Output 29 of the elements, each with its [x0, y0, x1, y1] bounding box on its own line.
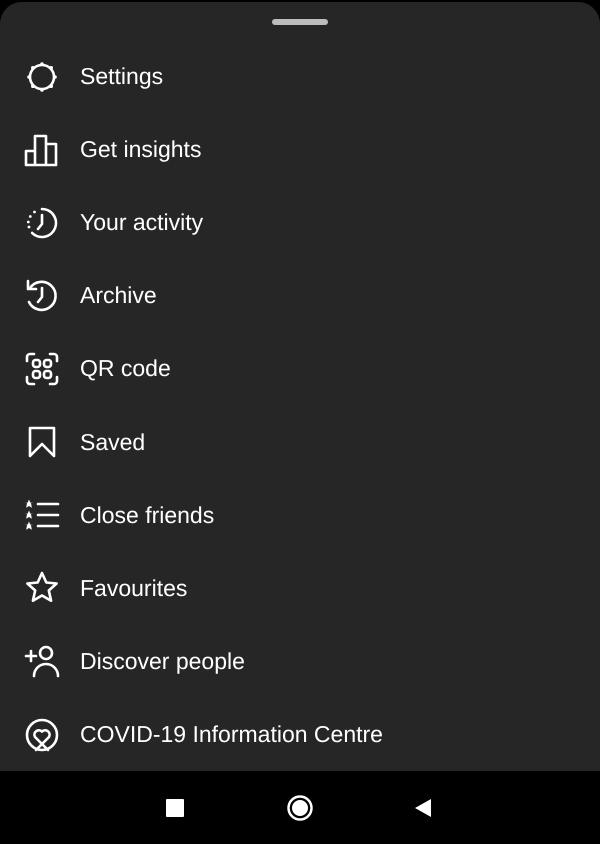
menu-item[interactable]: Favourites: [0, 552, 600, 625]
drag-handle[interactable]: [272, 19, 328, 25]
menu-item[interactable]: Settings: [0, 40, 600, 114]
back-icon[interactable]: [414, 798, 432, 818]
heart-circle-icon: [24, 716, 60, 753]
menu-label: Archive: [80, 282, 157, 310]
menu-label: Saved: [80, 428, 146, 456]
menu-label: Your activity: [80, 209, 204, 236]
add-person-icon: [24, 643, 60, 680]
menu-label: Discover people: [80, 648, 245, 675]
menu-item[interactable]: Saved: [0, 406, 600, 479]
menu-item[interactable]: Discover people: [0, 624, 600, 698]
history-icon: [24, 278, 60, 314]
menu-item[interactable]: Archive: [0, 259, 600, 332]
menu-label: QR code: [80, 355, 171, 382]
menu-item[interactable]: COVID-19 Information Centre: [0, 698, 600, 772]
menu-item[interactable]: QR code: [0, 332, 600, 406]
menu-label: Settings: [80, 63, 164, 90]
menu-item[interactable]: Your activity: [0, 186, 600, 260]
menu-label: COVID-19 Information Centre: [80, 721, 383, 748]
scan-icon: [24, 350, 60, 387]
menu-item[interactable]: Get insights: [0, 113, 600, 186]
menu-label: Favourites: [80, 574, 188, 602]
menu-label: Close friends: [80, 502, 214, 529]
clock-icon: [24, 204, 60, 241]
menu-label: Get insights: [80, 136, 202, 164]
home-icon[interactable]: [286, 794, 314, 822]
menu-item[interactable]: Close friends: [0, 478, 600, 552]
bar-chart-icon: [24, 132, 60, 168]
